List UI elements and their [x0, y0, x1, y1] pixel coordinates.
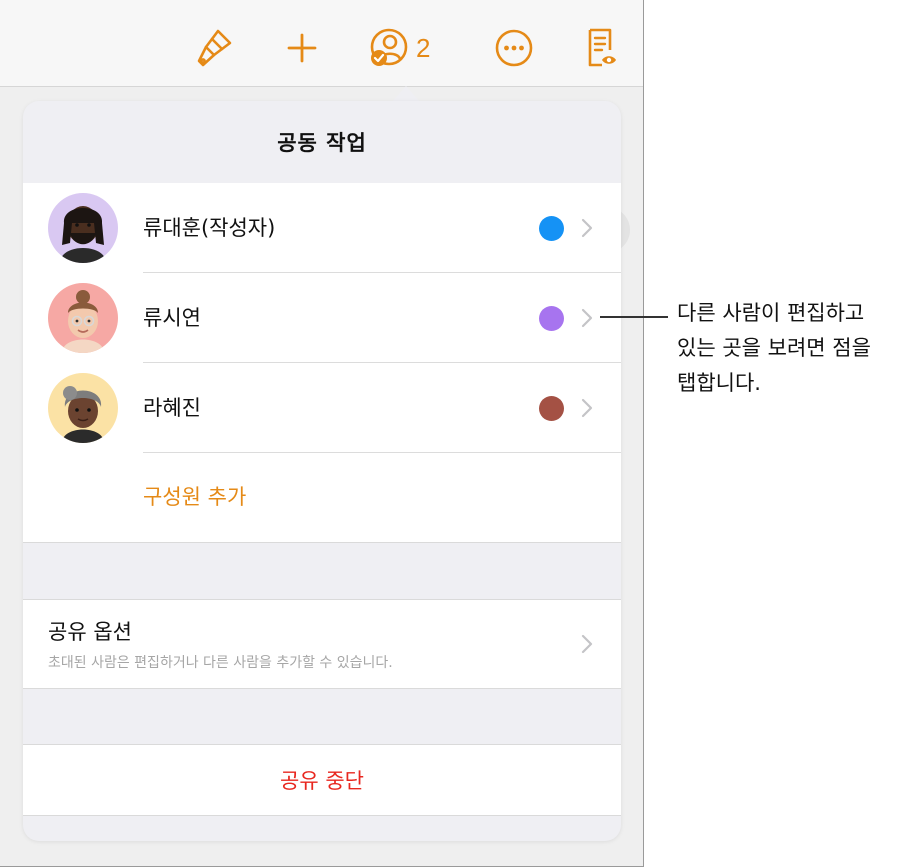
cursor-color-dot[interactable] — [539, 216, 564, 241]
ipad-screen: 2 공동 작업 류대훈(작성자) 류시연 라혜진 구성원 추가 공유 옵션 초대… — [0, 0, 644, 867]
popover-title: 공동 작업 — [23, 101, 621, 184]
stop-sharing-button[interactable]: 공유 중단 — [23, 744, 621, 816]
callout-line-2: 있는 곳을 보려면 점을 — [677, 336, 871, 360]
paintbrush-icon — [197, 29, 232, 67]
popover-arrow — [392, 86, 420, 102]
more-button[interactable] — [492, 26, 536, 70]
chevron-right-icon — [581, 308, 593, 328]
avatar — [48, 193, 118, 263]
reader-view-icon — [588, 28, 616, 67]
chevron-right-icon — [581, 634, 593, 654]
chevron-right-icon — [581, 398, 593, 418]
participants-list: 류대훈(작성자) 류시연 라혜진 구성원 추가 — [23, 183, 621, 543]
reader-view-button[interactable] — [578, 26, 622, 70]
collaborate-icon — [370, 28, 408, 66]
participant-name: 라혜진 — [143, 396, 201, 420]
format-button[interactable] — [192, 26, 236, 70]
collaboration-popover: 공동 작업 류대훈(작성자) 류시연 라혜진 구성원 추가 공유 옵션 초대된 … — [23, 101, 621, 841]
participant-name: 류대훈(작성자) — [143, 216, 276, 240]
insert-button[interactable] — [280, 26, 324, 70]
participant-row-owner[interactable]: 류대훈(작성자) — [23, 183, 621, 273]
avatar — [48, 373, 118, 443]
collaborator-count: 2 — [416, 32, 431, 63]
participant-name: 류시연 — [143, 306, 201, 330]
avatar — [48, 283, 118, 353]
participant-row[interactable]: 라혜진 — [23, 363, 621, 453]
share-options-title: 공유 옵션 — [48, 620, 132, 644]
participant-row[interactable]: 류시연 — [23, 273, 621, 363]
plus-icon — [287, 33, 317, 63]
share-options-row[interactable]: 공유 옵션 초대된 사람은 편집하거나 다른 사람을 추가할 수 있습니다. — [23, 599, 621, 689]
collaborate-button[interactable]: 2 — [368, 26, 448, 70]
callout-text: 다른 사람이 편집하고 있는 곳을 보려면 점을 탭합니다. — [677, 296, 912, 401]
chevron-right-icon — [581, 218, 593, 238]
cursor-color-dot[interactable] — [539, 306, 564, 331]
toolbar: 2 — [0, 0, 643, 87]
cursor-color-dot[interactable] — [539, 396, 564, 421]
callout-line-1: 다른 사람이 편집하고 — [677, 301, 865, 325]
add-member-button[interactable]: 구성원 추가 — [143, 453, 246, 542]
callout-line-3: 탭합니다. — [677, 371, 761, 395]
more-icon — [495, 29, 533, 67]
callout-leader-line — [600, 316, 668, 318]
share-options-subtitle: 초대된 사람은 편집하거나 다른 사람을 추가할 수 있습니다. — [48, 655, 393, 671]
